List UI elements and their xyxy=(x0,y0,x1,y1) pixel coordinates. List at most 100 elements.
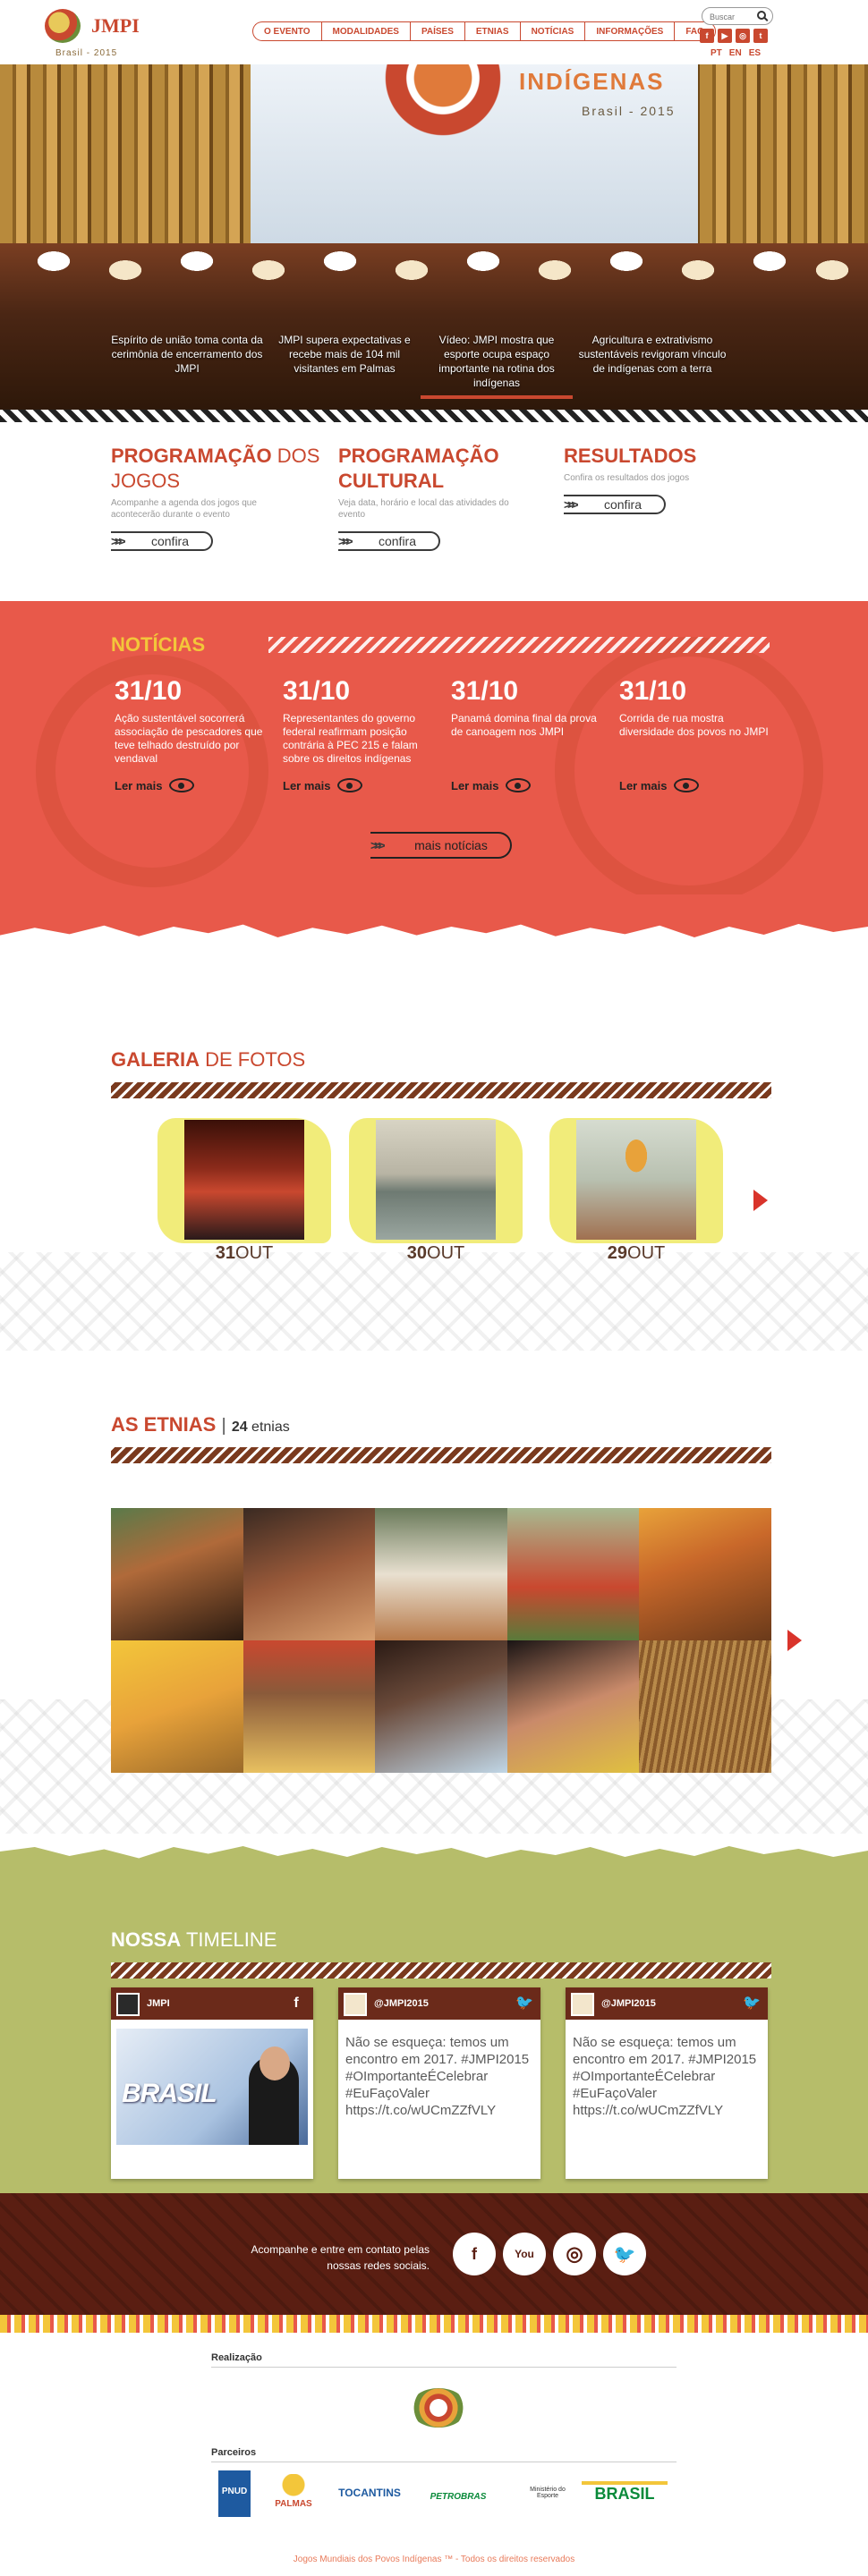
etnia-photo[interactable] xyxy=(243,1640,376,1773)
gallery-item[interactable] xyxy=(157,1118,331,1243)
news-item: 31/10 Ação sustentável socorrerá associa… xyxy=(115,676,267,792)
timeline-card-twitter[interactable]: @JMPI2015 🐦 Não se esqueça: temos um enc… xyxy=(338,1987,540,2179)
programacao-cultural-title: PROGRAMAÇÃO CULTURAL xyxy=(338,444,553,494)
chevrons-icon: >>> xyxy=(111,534,125,548)
twitter-icon[interactable]: 🐦 xyxy=(515,1996,533,2012)
timeline-card-facebook[interactable]: JMPI f BRASIL xyxy=(111,1987,313,2179)
etnias-photo-grid xyxy=(111,1508,771,1773)
confira-label: confira xyxy=(603,497,642,512)
divider xyxy=(211,2367,677,2368)
partner-pnud-logo[interactable]: PNUD xyxy=(218,2470,251,2517)
etnia-photo[interactable] xyxy=(243,1508,376,1640)
facebook-icon[interactable]: f xyxy=(700,29,714,43)
news-headline[interactable]: Corrida de rua mostra diversidade dos po… xyxy=(619,712,771,769)
title-bold: NOSSA xyxy=(111,1928,182,1951)
partner-palmas-logo[interactable]: PALMAS xyxy=(267,2474,320,2509)
twitter-icon[interactable]: 🐦 xyxy=(603,2233,646,2275)
read-more-link[interactable]: Ler mais xyxy=(619,778,771,792)
search-icon[interactable] xyxy=(757,11,766,20)
partner-tocantins-logo[interactable]: TOCANTINS xyxy=(333,2487,406,2499)
twitter-icon[interactable]: 🐦 xyxy=(743,1996,761,2012)
etnia-photo[interactable] xyxy=(506,1640,640,1773)
gallery-photo xyxy=(376,1120,496,1240)
logo-subtitle: Brasil - 2015 xyxy=(55,48,118,58)
facebook-icon[interactable]: f xyxy=(453,2233,496,2275)
eye-icon xyxy=(337,778,363,792)
youtube-icon[interactable]: You xyxy=(503,2233,546,2275)
nav-item-o-evento[interactable]: O EVENTO xyxy=(252,21,321,41)
instagram-icon[interactable]: ◎ xyxy=(736,29,750,43)
news-headline[interactable]: Representantes do governo federal reafir… xyxy=(283,712,435,769)
gallery-next-arrow-icon[interactable] xyxy=(753,1190,768,1211)
gallery-title: GALERIA DE FOTOS xyxy=(111,1048,305,1072)
hero-caption-3-active[interactable]: Vídeo: JMPI mostra que esporte ocupa esp… xyxy=(421,333,573,399)
lang-es[interactable]: ES xyxy=(749,48,761,58)
banner-title: INDÍGENAS xyxy=(519,68,665,95)
etnia-photo[interactable] xyxy=(639,1508,771,1640)
etnia-photo[interactable] xyxy=(506,1508,640,1640)
lang-en[interactable]: EN xyxy=(729,48,742,58)
hero-caption-2[interactable]: JMPI supera expectativas e recebe mais d… xyxy=(268,333,421,376)
hero-caption-1[interactable]: Espírito de união toma conta da cerimôni… xyxy=(111,333,263,376)
youtube-icon[interactable]: ▶ xyxy=(718,29,732,43)
read-more-label: Ler mais xyxy=(283,778,331,792)
hero-caption-4[interactable]: Agricultura e extrativismo sustentáveis … xyxy=(576,333,728,376)
confira-button[interactable]: >>> confira xyxy=(564,495,666,514)
more-news-button[interactable]: >>> mais notícias xyxy=(370,832,512,859)
twitter-icon[interactable]: t xyxy=(753,29,768,43)
partner-governo-brasil-logo[interactable]: BRASIL xyxy=(582,2481,668,2504)
avatar xyxy=(571,1993,594,2016)
nav-item-informacoes[interactable]: INFORMAÇÕES xyxy=(584,21,675,41)
etnias-count: 24 etnias xyxy=(232,1419,290,1435)
confira-label: confira xyxy=(378,534,417,548)
search-box xyxy=(702,7,773,25)
nav-item-etnias[interactable]: ETNIAS xyxy=(464,21,520,41)
site-logo[interactable]: JMPI Brasil - 2015 xyxy=(39,5,140,59)
confira-button[interactable]: >>> confira xyxy=(338,531,440,551)
resultados-desc: Confira os resultados dos jogos xyxy=(564,473,690,483)
gallery-photo xyxy=(184,1120,304,1240)
gallery-item[interactable] xyxy=(549,1118,723,1243)
news-headline[interactable]: Panamá domina final da prova de canoagem… xyxy=(451,712,603,769)
timeline-handle: @JMPI2015 xyxy=(374,1998,429,2009)
gallery-month: OUT xyxy=(427,1243,465,1263)
etnia-photo[interactable] xyxy=(111,1508,243,1640)
read-more-link[interactable]: Ler mais xyxy=(451,778,603,792)
news-headline[interactable]: Ação sustentável socorrerá associação de… xyxy=(115,712,267,769)
partner-petrobras-logo[interactable]: PETROBRAS xyxy=(413,2492,503,2502)
timeline-card-twitter[interactable]: @JMPI2015 🐦 Não se esqueça: temos um enc… xyxy=(566,1987,768,2179)
avatar xyxy=(116,1993,140,2016)
language-switcher: PT EN ES xyxy=(711,48,761,58)
search-input[interactable] xyxy=(710,9,760,25)
timeline-title: NOSSA TIMELINE xyxy=(111,1928,277,1952)
confira-button[interactable]: >>> confira xyxy=(111,531,213,551)
chevrons-icon: >>> xyxy=(338,534,353,548)
tweet-text: Não se esqueça: temos um encontro em 201… xyxy=(345,2035,530,2118)
partner-ministerio-esporte-logo[interactable]: Ministério do Esporte xyxy=(519,2487,576,2499)
realizacao-logo[interactable] xyxy=(410,2388,467,2428)
nav-item-noticias[interactable]: NOTÍCIAS xyxy=(519,21,585,41)
gallery-day: 29 xyxy=(607,1243,628,1263)
lang-pt[interactable]: PT xyxy=(711,48,722,58)
timeline-handle: @JMPI2015 xyxy=(601,1998,656,2009)
etnia-photo[interactable] xyxy=(639,1640,771,1773)
etnia-photo[interactable] xyxy=(375,1508,507,1640)
read-more-link[interactable]: Ler mais xyxy=(115,778,267,792)
news-date: 31/10 xyxy=(283,676,351,706)
instagram-icon[interactable]: ◎ xyxy=(553,2233,596,2275)
nav-item-modalidades[interactable]: MODALIDADES xyxy=(320,21,410,41)
header-social-links: f ▶ ◎ t xyxy=(700,29,768,43)
etnia-photo[interactable] xyxy=(111,1640,243,1773)
hero-bottom-border xyxy=(0,410,868,422)
gallery-day: 31 xyxy=(215,1243,236,1263)
etnia-photo[interactable] xyxy=(375,1640,507,1773)
copyright-text: Jogos Mundiais dos Povos Indígenas ™ - T… xyxy=(293,2555,575,2564)
timeline-card-header: JMPI f xyxy=(111,1987,313,2020)
etnias-next-arrow-icon[interactable] xyxy=(787,1630,802,1651)
gallery-item[interactable] xyxy=(349,1118,523,1243)
programacao-cultural: PROGRAMAÇÃO CULTURAL Veja data, horário e… xyxy=(338,444,553,551)
nav-item-paises[interactable]: PAÍSES xyxy=(409,21,464,41)
title-light: DE FOTOS xyxy=(200,1048,306,1071)
read-more-link[interactable]: Ler mais xyxy=(283,778,435,792)
facebook-icon[interactable]: f xyxy=(288,1996,304,2012)
